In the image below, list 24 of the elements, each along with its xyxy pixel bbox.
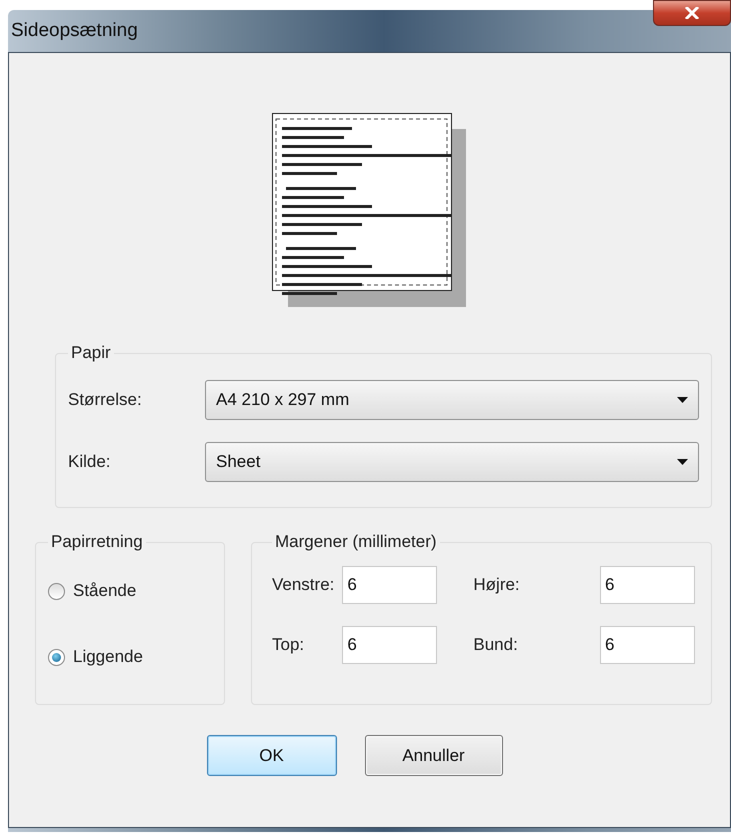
close-button[interactable] <box>653 0 731 26</box>
window-title: Sideopsætning <box>10 20 138 42</box>
close-icon <box>684 7 700 19</box>
field-label: Højre: <box>472 575 521 595</box>
field-label: Størrelse: <box>68 390 143 410</box>
input-field[interactable]: 6 <box>600 626 695 664</box>
input-field[interactable]: 6 <box>342 566 438 604</box>
field-label: Top: <box>272 635 306 655</box>
radio-option[interactable]: Stående <box>48 558 136 624</box>
input-field[interactable]: 6 <box>600 566 695 604</box>
dropdown[interactable]: A4 210 x 297 mm <box>205 380 699 420</box>
field-label: Kilde: <box>68 452 112 472</box>
input-field[interactable]: 6 <box>342 626 438 664</box>
caret-icon <box>677 397 688 403</box>
radio-option[interactable]: Liggende <box>48 624 143 690</box>
field-label: Bund: <box>472 635 519 655</box>
group-label: Papir <box>70 343 112 363</box>
group-label: Papirretning <box>50 532 144 552</box>
field-label: Venstre: <box>272 575 334 595</box>
caret-icon <box>677 459 688 465</box>
cancel-button[interactable]: Annuller <box>364 735 502 776</box>
ok-button[interactable]: OK <box>206 735 336 776</box>
group-label: Margener (millimeter) <box>274 532 438 552</box>
dropdown[interactable]: Sheet <box>205 442 699 482</box>
